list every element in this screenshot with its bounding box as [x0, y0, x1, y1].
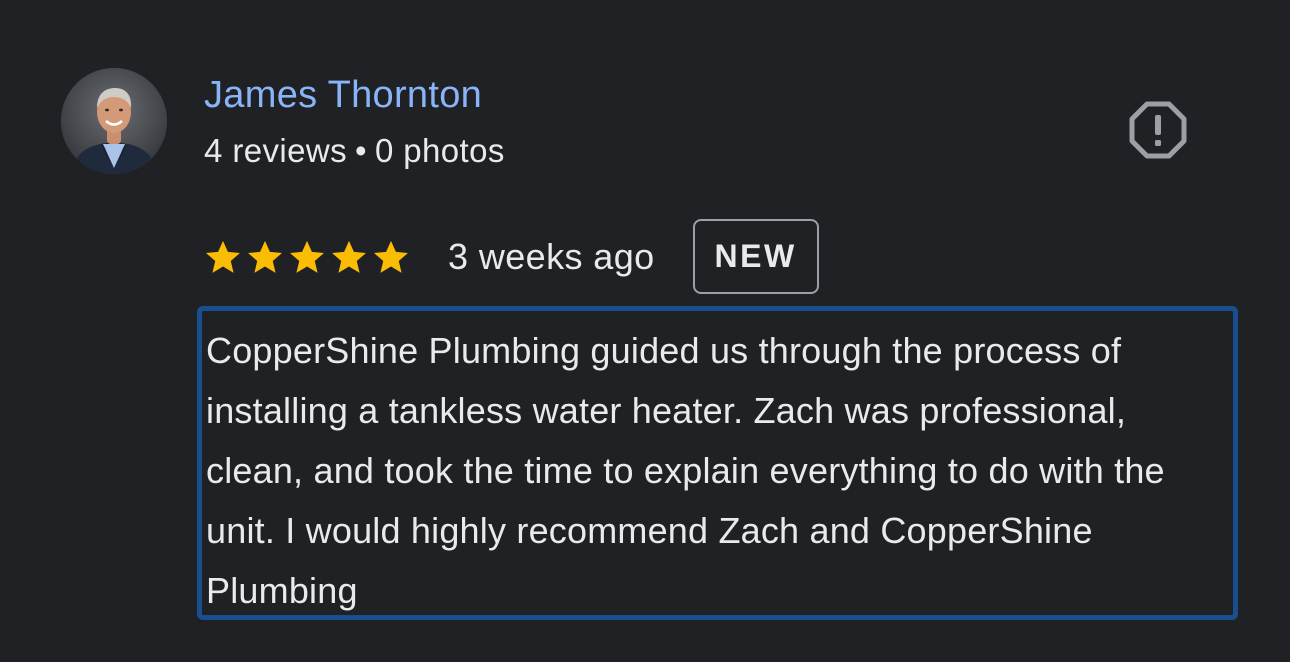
review-card: James Thornton 4 reviews • 0 photos 3 week… — [0, 0, 1290, 662]
user-profile-photo — [61, 68, 167, 174]
author-stats: 4 reviews • 0 photos — [204, 131, 505, 171]
star-icon — [332, 240, 366, 273]
photos-count: 0 photos — [374, 132, 505, 169]
meta-separator: • — [354, 132, 367, 169]
rating-row: 3 weeks ago NEW — [204, 219, 819, 294]
star-icon — [374, 240, 408, 273]
new-badge: NEW — [692, 219, 819, 294]
report-review-button[interactable] — [1128, 100, 1188, 160]
star-rating — [204, 238, 410, 276]
star-icon — [248, 240, 282, 273]
author-avatar[interactable] — [61, 68, 167, 174]
star-icon — [206, 240, 240, 273]
review-time: 3 weeks ago — [448, 235, 655, 277]
reviews-count: 4 reviews — [204, 132, 347, 169]
report-flag-icon — [1129, 101, 1187, 159]
author-name[interactable]: James Thornton — [204, 72, 482, 118]
review-text: CopperShine Plumbing guided us through t… — [197, 306, 1238, 620]
star-icon — [290, 240, 324, 273]
